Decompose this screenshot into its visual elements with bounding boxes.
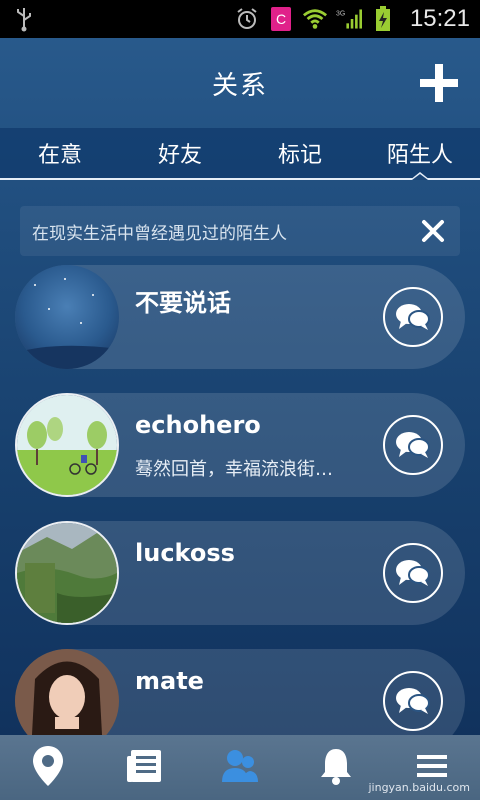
info-banner: 在现实生活中曾经遇见过的陌生人 bbox=[20, 206, 460, 256]
contact-name: luckoss bbox=[135, 539, 235, 567]
newspaper-icon bbox=[125, 748, 163, 788]
contact-message: 蓦然回首，幸福流浪街… bbox=[135, 459, 333, 480]
tab-marked[interactable]: 标记 bbox=[240, 128, 360, 178]
app-notification-icon: C bbox=[268, 6, 294, 32]
wifi-icon bbox=[302, 6, 328, 32]
signal-3g-icon: 3G bbox=[336, 6, 362, 32]
page-title: 关系 bbox=[211, 70, 268, 101]
nav-relations[interactable] bbox=[192, 735, 288, 800]
avatar[interactable] bbox=[15, 521, 119, 625]
battery-charging-icon bbox=[370, 6, 396, 32]
people-icon bbox=[220, 748, 260, 788]
watermark: jingyan.baidu.com bbox=[368, 781, 470, 794]
contact-name: 不要说话 bbox=[135, 289, 231, 317]
contact-name: echohero bbox=[135, 411, 261, 439]
tab-friends[interactable]: 好友 bbox=[120, 128, 240, 178]
contact-name: mate bbox=[135, 667, 204, 695]
clock: 15:21 bbox=[409, 5, 470, 32]
location-pin-icon bbox=[31, 744, 65, 792]
add-icon[interactable] bbox=[418, 62, 460, 104]
list-item[interactable]: 不要说话 bbox=[15, 265, 465, 369]
close-icon[interactable] bbox=[420, 218, 446, 244]
bottom-nav: jingyan.baidu.com bbox=[0, 735, 480, 800]
avatar[interactable] bbox=[15, 265, 119, 369]
menu-icon bbox=[415, 751, 449, 785]
list-item[interactable]: echohero 蓦然回首，幸福流浪街… bbox=[15, 393, 465, 497]
chat-icon[interactable] bbox=[383, 287, 443, 347]
tab-label: 在意 bbox=[37, 143, 82, 168]
status-bar: C 3G 15:21 bbox=[0, 0, 480, 38]
tab-label: 好友 bbox=[157, 143, 202, 168]
chat-icon[interactable] bbox=[383, 543, 443, 603]
tab-care[interactable]: 在意 bbox=[0, 128, 120, 178]
nav-location[interactable] bbox=[0, 735, 96, 800]
svg-text:3G: 3G bbox=[336, 11, 345, 18]
avatar[interactable] bbox=[15, 393, 119, 497]
list-item[interactable]: luckoss bbox=[15, 521, 465, 625]
tab-bar: 在意 好友 标记 陌生人 bbox=[0, 128, 480, 180]
alarm-icon bbox=[234, 6, 260, 32]
banner-text: 在现实生活中曾经遇见过的陌生人 bbox=[32, 223, 287, 244]
app-header: 关系 bbox=[0, 38, 480, 128]
svg-text:C: C bbox=[276, 11, 286, 27]
bell-icon bbox=[318, 746, 354, 790]
tab-strangers[interactable]: 陌生人 bbox=[360, 128, 480, 180]
usb-icon bbox=[10, 5, 38, 33]
tab-label: 陌生人 bbox=[386, 143, 453, 168]
chat-icon[interactable] bbox=[383, 671, 443, 731]
chat-icon[interactable] bbox=[383, 415, 443, 475]
tab-label: 标记 bbox=[277, 143, 322, 168]
nav-feed[interactable] bbox=[96, 735, 192, 800]
